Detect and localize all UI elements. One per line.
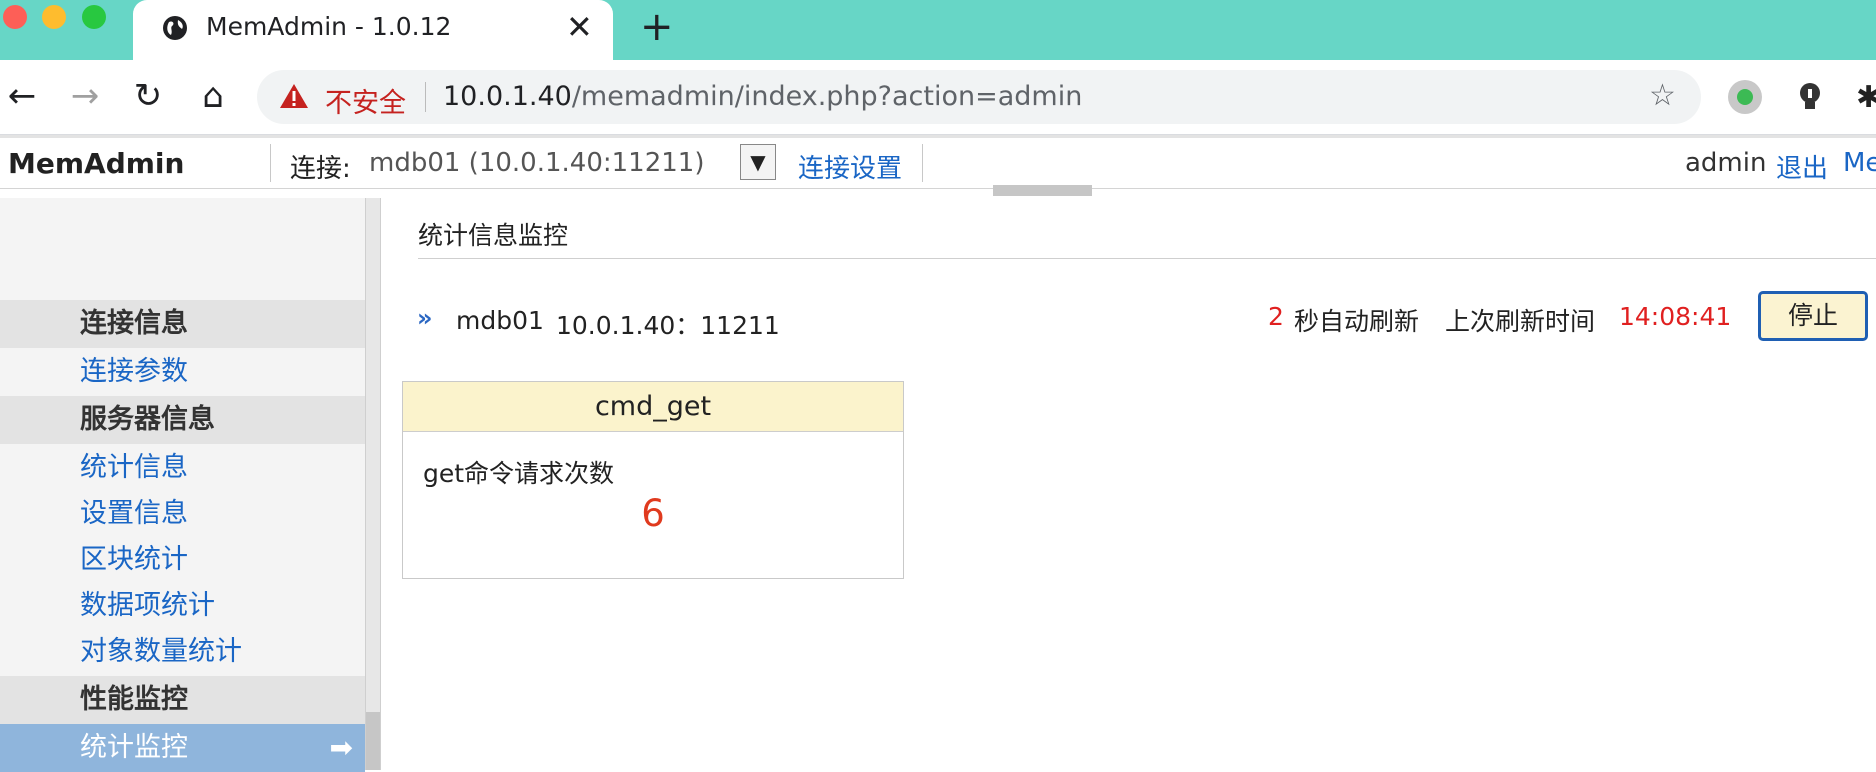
sidebar-item-object-count[interactable]: 对象数量统计 [0,628,365,676]
username: admin [1685,148,1767,178]
home-icon[interactable]: ⌂ [193,76,233,116]
reload-icon[interactable]: ↻ [128,76,168,116]
refresh-interval: 2 [1268,302,1284,331]
bulb-extension-icon[interactable] [1795,80,1825,114]
last-refresh-time: 14:08:41 [1619,302,1732,331]
star-icon[interactable]: ☆ [1649,78,1676,113]
sidebar-item-label: 统计监控 [80,732,188,763]
sidebar-group-server: 服务器信息 [0,396,365,444]
browser-tabstrip: MemAdmin - 1.0.12 ✕ + [0,0,1876,60]
connection-value: mdb01 (10.0.1.40:11211) [369,148,705,178]
page-title: 统计信息监控 [418,221,569,250]
back-icon[interactable]: ← [2,76,42,116]
forward-icon[interactable]: → [65,76,105,116]
arrow-right-icon: ➡ [329,731,353,764]
connection-dropdown-button[interactable]: ▼ [740,144,776,180]
url-path: /memadmin/index.php?action=admin [571,81,1083,112]
more-link[interactable]: Me [1843,148,1876,178]
vertical-splitter[interactable] [366,198,381,770]
header-divider [270,144,271,182]
sidebar-item-stats[interactable]: 统计信息 [0,444,365,492]
sidebar-item-stats-monitor[interactable]: 统计监控 ➡ [0,724,365,772]
zoom-window-button[interactable] [82,5,106,29]
minimize-window-button[interactable] [42,5,66,29]
new-tab-icon[interactable]: + [640,4,674,50]
extension-status-dot [1737,89,1753,105]
sidebar-item-connection-params[interactable]: 连接参数 [0,348,365,396]
tab-title: MemAdmin - 1.0.12 [206,12,452,41]
globe-icon [163,16,187,40]
connection-settings-link[interactable]: 连接设置 [798,148,902,185]
warning-icon [280,84,308,108]
app-brand: MemAdmin [8,147,185,180]
omnibox-divider [425,82,426,112]
url-host: 10.0.1.40 [443,81,572,112]
stat-card: cmd_get get命令请求次数 6 [402,381,904,579]
tab-close-icon[interactable]: ✕ [566,8,593,46]
sidebar-group-connection: 连接信息 [0,300,365,348]
stat-card-description: get命令请求次数 [423,459,615,488]
stat-card-title: cmd_get [403,382,903,432]
extension-icon[interactable] [1728,80,1762,114]
connection-label: 连接: [290,154,351,184]
title-divider [418,258,1876,259]
url-text[interactable]: 10.0.1.40/memadmin/index.php?action=admi… [443,81,1082,112]
insecure-label: 不安全 [325,88,406,119]
sidebar-item-slab-stats[interactable]: 区块统计 [0,536,365,584]
address-bar[interactable]: 不安全 10.0.1.40/memadmin/index.php?action=… [257,70,1701,124]
logout-link[interactable]: 退出 [1776,148,1828,185]
header-divider [922,144,923,182]
close-window-button[interactable] [3,5,27,29]
server-name: mdb01 [456,306,544,335]
top-splitter-handle[interactable] [993,185,1092,196]
sidebar-group-performance: 性能监控 [0,676,365,724]
sidebar: 连接信息 连接参数 服务器信息 统计信息 设置信息 区块统计 数据项统计 对象数… [0,198,366,772]
stat-card-value: 6 [641,492,665,535]
server-address: 10.0.1.40：11211 [556,311,780,340]
browser-toolbar: ← → ↻ ⌂ 不安全 10.0.1.40/memadmin/index.php… [0,60,1876,135]
double-chevron-icon: » [417,304,433,332]
main-content: 统计信息监控 » mdb01 10.0.1.40：11211 2 秒自动刷新 上… [381,198,1876,770]
app-header: MemAdmin 连接: mdb01 (10.0.1.40:11211) ▼ 连… [0,135,1876,189]
last-refresh-label: 上次刷新时间 [1445,307,1596,336]
sidebar-item-item-stats[interactable]: 数据项统计 [0,582,365,630]
refresh-label: 秒自动刷新 [1294,307,1420,336]
puzzle-icon[interactable]: ✱ [1856,80,1876,114]
stop-button[interactable]: 停止 [1758,291,1868,341]
browser-tab[interactable]: MemAdmin - 1.0.12 ✕ [133,0,613,60]
splitter-grip[interactable] [366,712,380,770]
sidebar-item-settings[interactable]: 设置信息 [0,490,365,538]
